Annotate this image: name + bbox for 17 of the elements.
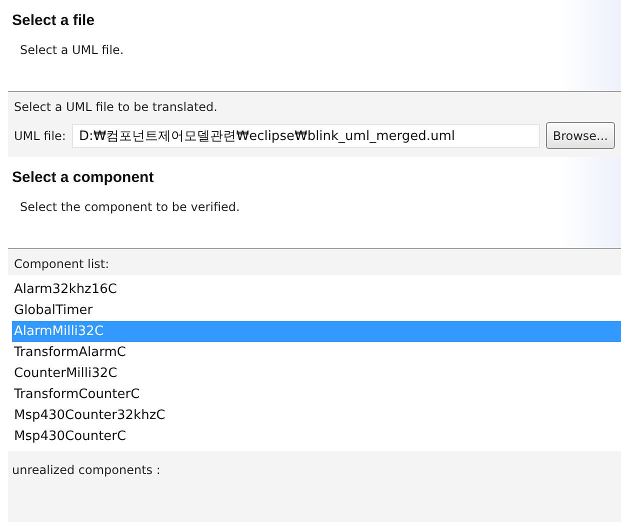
list-item[interactable]: Msp430CounterC — [12, 426, 621, 447]
page-title: Select a component — [12, 169, 155, 186]
browse-button[interactable]: Browse... — [546, 122, 615, 149]
uml-file-field[interactable]: D:₩컴포넌트제어모델관련₩eclipse₩blink_uml_merged.uml — [72, 124, 540, 148]
page-title: Select a file — [12, 12, 96, 29]
list-item[interactable]: GlobalTimer — [12, 300, 621, 321]
list-item[interactable]: CounterMilli32C — [12, 363, 621, 384]
unrealized-label: unrealized components : — [12, 463, 160, 477]
list-item[interactable]: TransformAlarmC — [12, 342, 621, 363]
list-item[interactable]: Alarm32khz16C — [12, 279, 621, 300]
field-label: UML file: — [14, 128, 66, 142]
list-label: Component list: — [14, 257, 110, 271]
page-description: Select the component to be verified. — [19, 200, 241, 214]
page-description: Select a UML file. — [19, 43, 125, 57]
list-item[interactable]: Msp430Counter32khzC — [12, 405, 621, 426]
list-item[interactable]: TransformCounterC — [12, 384, 621, 405]
instruction-text: Select a UML file to be translated. — [14, 100, 218, 114]
